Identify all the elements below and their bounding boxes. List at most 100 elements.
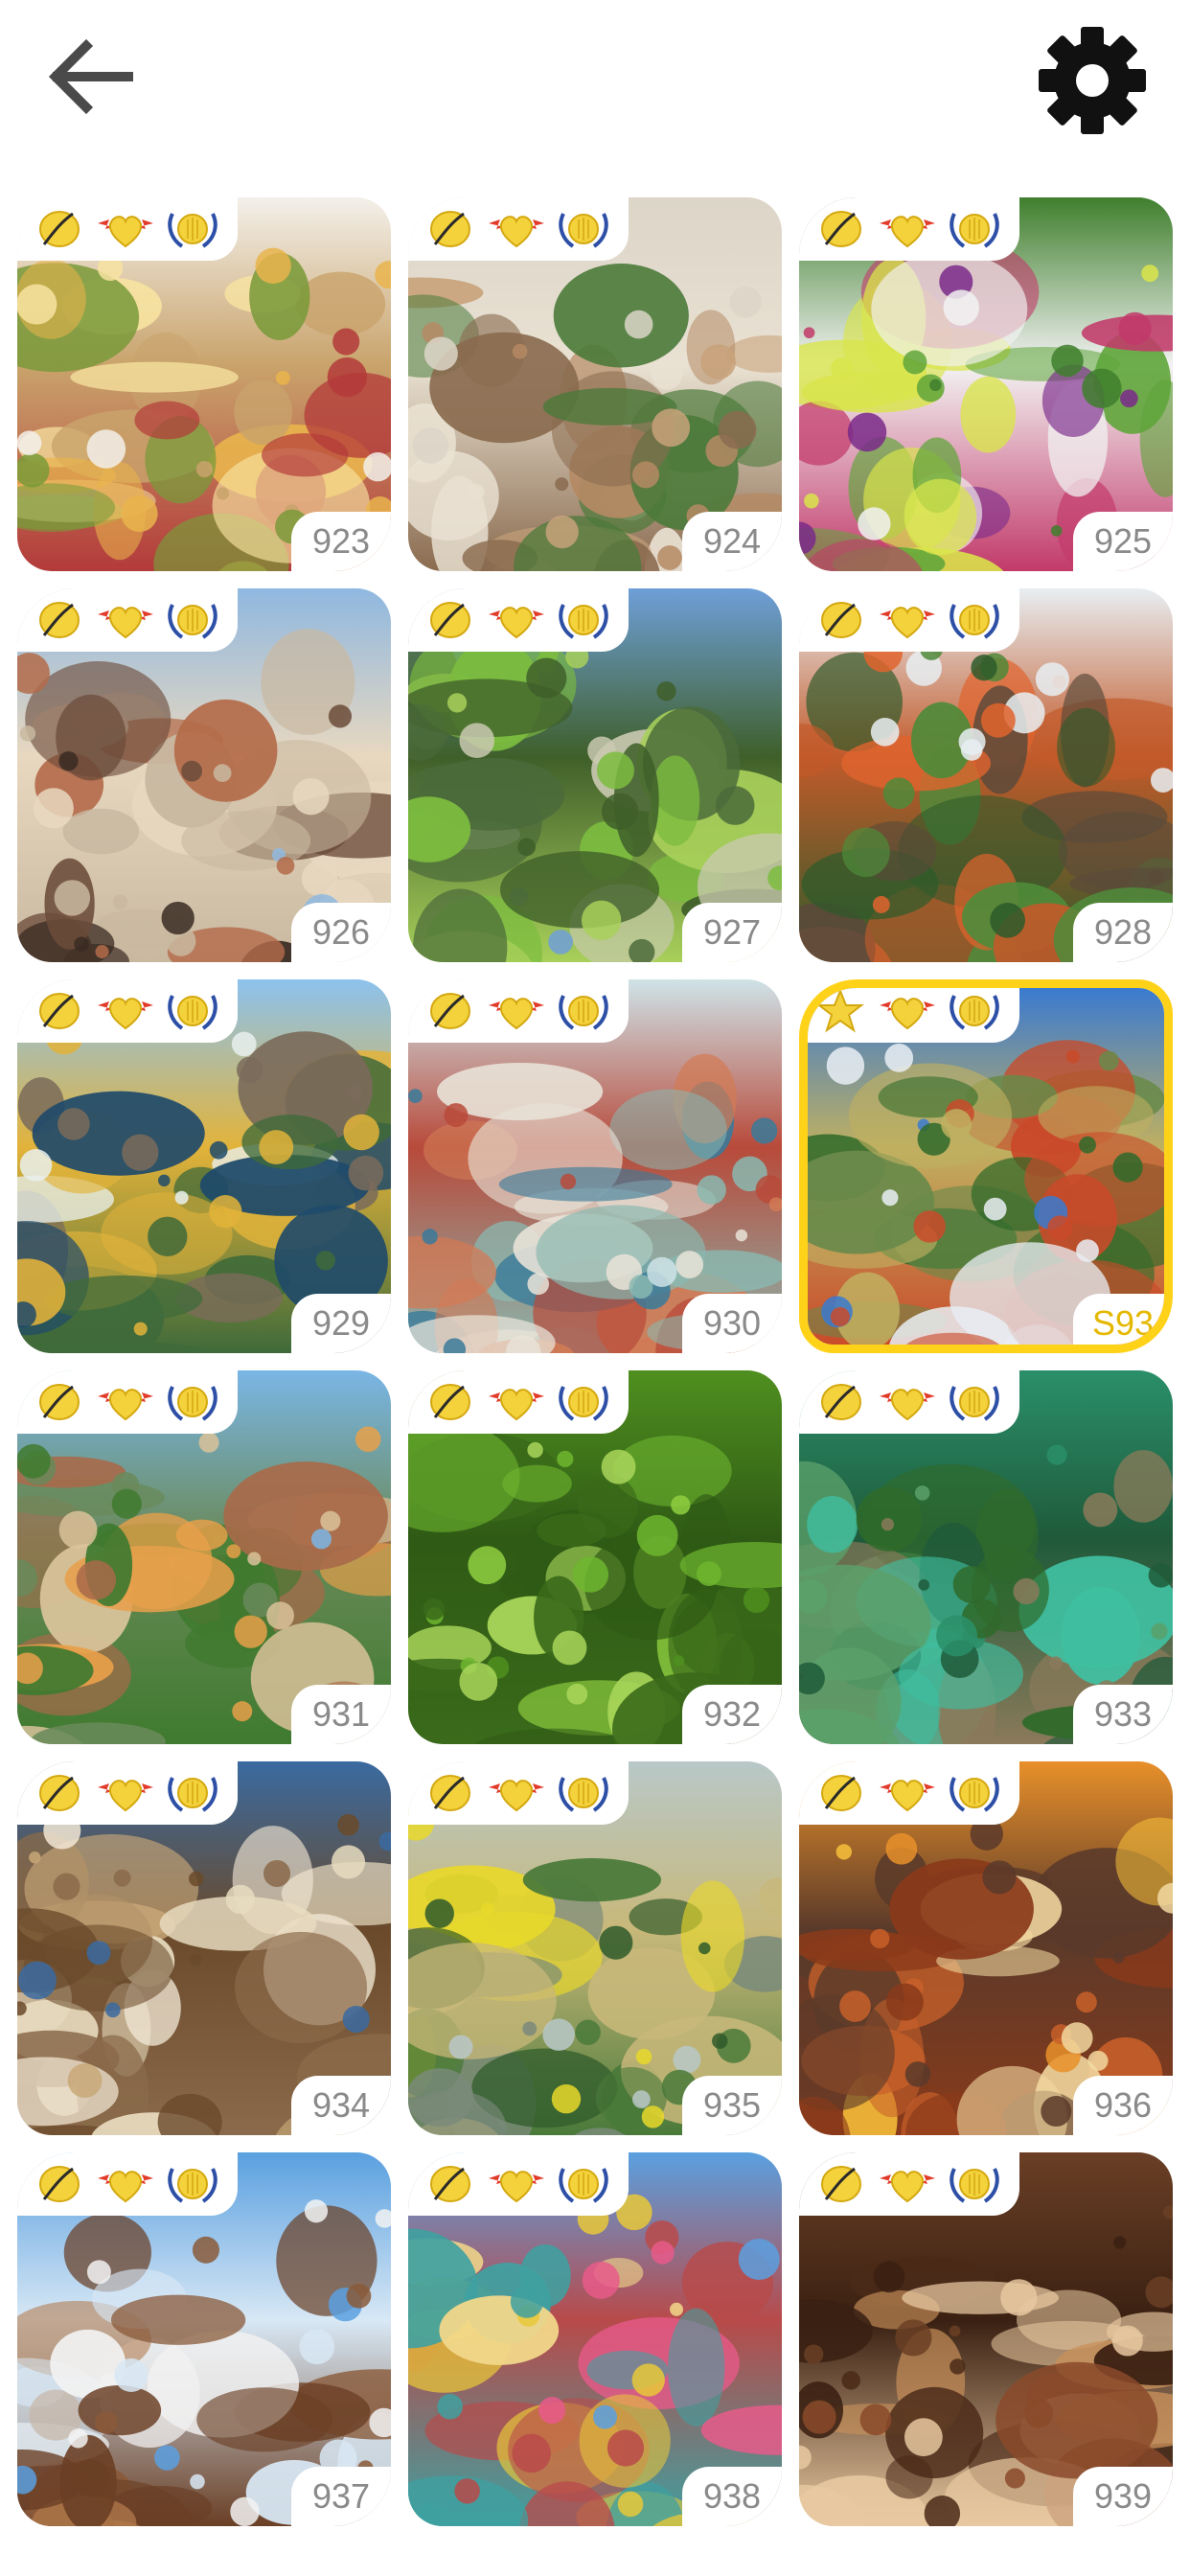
laurel-badge-icon (163, 595, 222, 645)
leaf-badge-icon (811, 1377, 870, 1427)
badge-tray (799, 1370, 1019, 1434)
laurel-badge-icon (554, 595, 613, 645)
laurel-badge-icon (163, 204, 222, 254)
badge-tray (17, 1761, 238, 1825)
level-number: 933 (1073, 1685, 1173, 1744)
heart-wings-badge-icon (878, 204, 937, 254)
leaf-badge-icon (811, 2159, 870, 2209)
level-tile[interactable]: 934 (17, 1761, 391, 2135)
level-tile[interactable]: 938 (408, 2152, 782, 2526)
leaf-badge-icon (29, 595, 88, 645)
leaf-badge-icon (811, 204, 870, 254)
badge-tray (17, 1370, 238, 1434)
laurel-badge-icon (554, 986, 613, 1036)
leaf-badge-icon (29, 1768, 88, 1818)
laurel-badge-icon (554, 204, 613, 254)
badge-tray (408, 1761, 629, 1825)
level-tile[interactable]: 929 (17, 979, 391, 1353)
heart-wings-badge-icon (878, 988, 937, 1036)
level-tile[interactable]: 930 (408, 979, 782, 1353)
level-tile[interactable]: 932 (408, 1370, 782, 1744)
level-number: 929 (291, 1294, 391, 1353)
level-number: 930 (682, 1294, 782, 1353)
heart-wings-badge-icon (96, 204, 155, 254)
heart-wings-badge-icon (96, 1377, 155, 1427)
laurel-badge-icon (945, 1768, 1004, 1818)
level-number: 939 (1073, 2467, 1173, 2526)
laurel-badge-icon (945, 988, 1004, 1036)
level-tile[interactable]: 937 (17, 2152, 391, 2526)
level-number: 923 (291, 512, 391, 571)
level-tile[interactable]: 936 (799, 1761, 1173, 2135)
leaf-badge-icon (29, 2159, 88, 2209)
leaf-badge-icon (420, 2159, 479, 2209)
level-tile[interactable]: 925 (799, 197, 1173, 571)
level-tile[interactable]: 927 (408, 588, 782, 962)
level-number: 932 (682, 1685, 782, 1744)
level-tile[interactable]: 939 (799, 2152, 1173, 2526)
badge-tray (408, 2152, 629, 2216)
level-number: 925 (1073, 512, 1173, 571)
level-number: 928 (1073, 903, 1173, 962)
level-tile[interactable]: S93 (799, 979, 1173, 1353)
heart-wings-badge-icon (487, 986, 546, 1036)
badge-tray (17, 588, 238, 652)
leaf-badge-icon (420, 595, 479, 645)
laurel-badge-icon (163, 986, 222, 1036)
heart-wings-badge-icon (878, 2159, 937, 2209)
heart-wings-badge-icon (487, 2159, 546, 2209)
level-tile[interactable]: 926 (17, 588, 391, 962)
level-number: 935 (682, 2076, 782, 2135)
leaf-badge-icon (29, 1377, 88, 1427)
heart-wings-badge-icon (878, 595, 937, 645)
leaf-badge-icon (29, 204, 88, 254)
leaf-badge-icon (811, 595, 870, 645)
level-number: 934 (291, 2076, 391, 2135)
laurel-badge-icon (945, 595, 1004, 645)
leaf-badge-icon (420, 1768, 479, 1818)
badge-tray (408, 588, 629, 652)
heart-wings-badge-icon (487, 595, 546, 645)
level-tile[interactable]: 933 (799, 1370, 1173, 1744)
star-badge-icon (811, 988, 870, 1036)
leaf-badge-icon (420, 986, 479, 1036)
level-tile[interactable]: 931 (17, 1370, 391, 1744)
laurel-badge-icon (945, 2159, 1004, 2209)
laurel-badge-icon (554, 2159, 613, 2209)
level-tile[interactable]: 924 (408, 197, 782, 571)
laurel-badge-icon (163, 1768, 222, 1818)
level-grid: 923 924 925 926 927 928 929 930 S93 931 … (0, 0, 1190, 2576)
level-tile[interactable]: 928 (799, 588, 1173, 962)
leaf-badge-icon (420, 204, 479, 254)
level-number: 927 (682, 903, 782, 962)
level-number: 926 (291, 903, 391, 962)
badge-tray (17, 979, 238, 1043)
badge-tray (799, 1761, 1019, 1825)
heart-wings-badge-icon (96, 1768, 155, 1818)
badge-tray (408, 197, 629, 261)
badge-tray (799, 2152, 1019, 2216)
badge-tray (799, 197, 1019, 261)
laurel-badge-icon (554, 1768, 613, 1818)
heart-wings-badge-icon (487, 1768, 546, 1818)
leaf-badge-icon (811, 1768, 870, 1818)
laurel-badge-icon (163, 2159, 222, 2209)
laurel-badge-icon (163, 1377, 222, 1427)
heart-wings-badge-icon (96, 595, 155, 645)
level-tile[interactable]: 935 (408, 1761, 782, 2135)
heart-wings-badge-icon (878, 1377, 937, 1427)
heart-wings-badge-icon (96, 986, 155, 1036)
badge-tray (408, 1370, 629, 1434)
badge-tray (17, 197, 238, 261)
heart-wings-badge-icon (487, 1377, 546, 1427)
level-tile[interactable]: 923 (17, 197, 391, 571)
level-number: 924 (682, 512, 782, 571)
leaf-badge-icon (29, 986, 88, 1036)
level-number: 938 (682, 2467, 782, 2526)
laurel-badge-icon (945, 204, 1004, 254)
level-number: 931 (291, 1685, 391, 1744)
laurel-badge-icon (945, 1377, 1004, 1427)
level-number: 937 (291, 2467, 391, 2526)
badge-tray (799, 588, 1019, 652)
heart-wings-badge-icon (96, 2159, 155, 2209)
